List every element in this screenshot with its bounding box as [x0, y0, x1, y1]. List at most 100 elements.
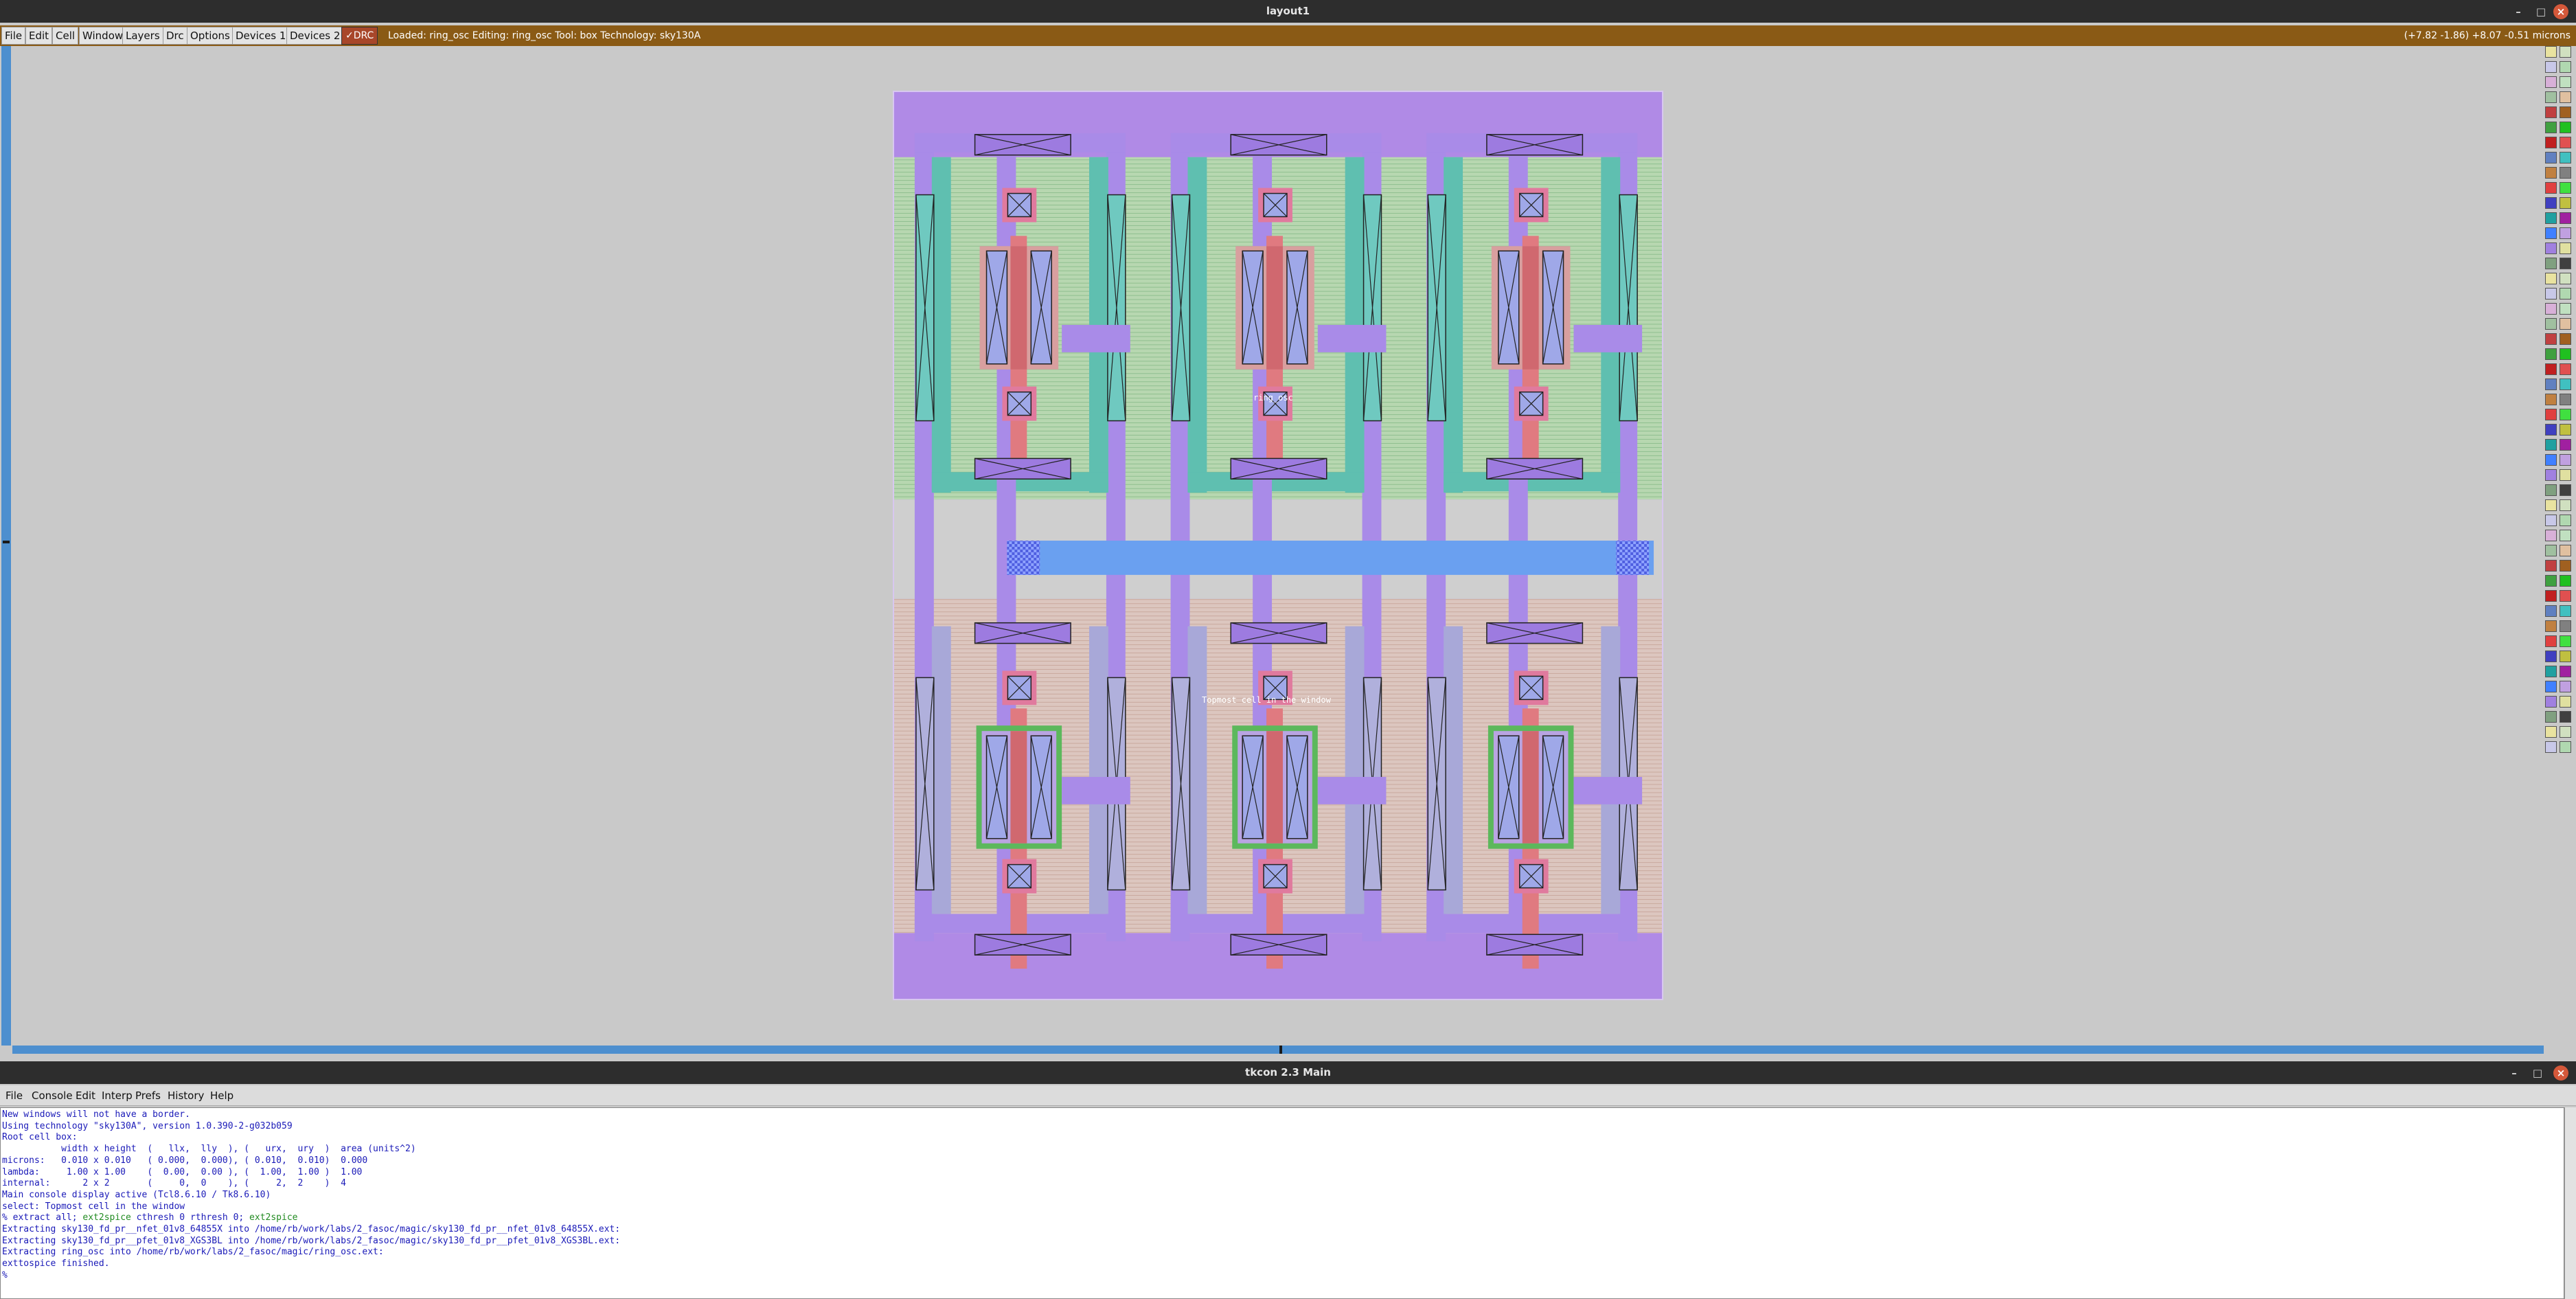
- layer-swatch[interactable]: [2560, 303, 2571, 315]
- layer-swatch[interactable]: [2560, 454, 2571, 466]
- layer-swatch[interactable]: [2545, 46, 2557, 58]
- layer-swatch[interactable]: [2560, 318, 2571, 330]
- layer-swatch[interactable]: [2560, 212, 2571, 224]
- tk-menu-file[interactable]: File: [5, 1085, 23, 1106]
- layer-swatch[interactable]: [2545, 545, 2557, 556]
- layer-swatch[interactable]: [2560, 106, 2571, 118]
- layer-swatch[interactable]: [2560, 379, 2571, 390]
- layer-swatch[interactable]: [2560, 409, 2571, 420]
- layer-swatch[interactable]: [2560, 666, 2571, 677]
- layer-swatch[interactable]: [2560, 348, 2571, 360]
- layer-swatch[interactable]: [2560, 46, 2571, 58]
- layer-palette[interactable]: [2545, 46, 2573, 760]
- tkcon-console-output[interactable]: New windows will not have a border. Using…: [0, 1107, 2564, 1299]
- layer-swatch[interactable]: [2545, 590, 2557, 602]
- layer-swatch[interactable]: [2545, 696, 2557, 708]
- layer-swatch[interactable]: [2545, 454, 2557, 466]
- layer-swatch[interactable]: [2560, 61, 2571, 73]
- scroll-thumb[interactable]: [3, 541, 10, 543]
- layer-swatch[interactable]: [2545, 137, 2557, 148]
- layer-swatch[interactable]: [2560, 424, 2571, 436]
- horizontal-scrollbar[interactable]: [12, 1046, 2544, 1054]
- layer-swatch[interactable]: [2560, 515, 2571, 526]
- layer-swatch[interactable]: [2545, 741, 2557, 753]
- layer-swatch[interactable]: [2545, 560, 2557, 572]
- layer-swatch[interactable]: [2545, 726, 2557, 738]
- layer-swatch[interactable]: [2545, 605, 2557, 617]
- layer-swatch[interactable]: [2560, 575, 2571, 587]
- drc-toggle[interactable]: ✓DRC: [341, 27, 378, 45]
- tk-menu-edit[interactable]: Edit: [76, 1085, 95, 1106]
- layer-swatch[interactable]: [2560, 122, 2571, 133]
- tk-menu-help[interactable]: Help: [210, 1085, 233, 1106]
- close-icon[interactable]: ×: [2553, 1065, 2568, 1081]
- layer-swatch[interactable]: [2560, 182, 2571, 194]
- layer-swatch[interactable]: [2545, 242, 2557, 254]
- layer-swatch[interactable]: [2560, 167, 2571, 179]
- layer-swatch[interactable]: [2545, 273, 2557, 284]
- layer-swatch[interactable]: [2545, 91, 2557, 103]
- menu-window[interactable]: Window: [79, 27, 127, 45]
- layer-swatch[interactable]: [2560, 242, 2571, 254]
- layer-swatch[interactable]: [2545, 363, 2557, 375]
- layer-swatch[interactable]: [2545, 76, 2557, 88]
- tk-menu-interp[interactable]: Interp: [102, 1085, 133, 1106]
- layer-swatch[interactable]: [2545, 122, 2557, 133]
- layer-swatch[interactable]: [2560, 545, 2571, 556]
- layer-swatch[interactable]: [2545, 212, 2557, 224]
- layer-swatch[interactable]: [2545, 167, 2557, 179]
- layer-swatch[interactable]: [2560, 394, 2571, 405]
- layer-swatch[interactable]: [2545, 106, 2557, 118]
- layer-swatch[interactable]: [2560, 681, 2571, 692]
- minimize-icon[interactable]: –: [2507, 1065, 2522, 1081]
- layer-swatch[interactable]: [2545, 227, 2557, 239]
- layer-swatch[interactable]: [2545, 379, 2557, 390]
- layer-swatch[interactable]: [2545, 182, 2557, 194]
- layer-swatch[interactable]: [2545, 469, 2557, 481]
- layer-swatch[interactable]: [2545, 515, 2557, 526]
- layer-swatch[interactable]: [2545, 348, 2557, 360]
- layer-swatch[interactable]: [2545, 318, 2557, 330]
- layer-swatch[interactable]: [2545, 530, 2557, 541]
- layer-swatch[interactable]: [2560, 635, 2571, 647]
- layer-swatch[interactable]: [2560, 484, 2571, 496]
- layer-swatch[interactable]: [2560, 651, 2571, 662]
- layer-swatch[interactable]: [2560, 197, 2571, 209]
- layer-swatch[interactable]: [2545, 61, 2557, 73]
- layer-swatch[interactable]: [2560, 227, 2571, 239]
- menu-edit[interactable]: Edit: [25, 27, 53, 45]
- scroll-thumb[interactable]: [1279, 1046, 1282, 1054]
- layer-swatch[interactable]: [2560, 530, 2571, 541]
- layer-swatch[interactable]: [2560, 711, 2571, 723]
- layer-swatch[interactable]: [2545, 439, 2557, 451]
- layer-swatch[interactable]: [2545, 258, 2557, 269]
- layer-swatch[interactable]: [2545, 288, 2557, 300]
- layer-swatch[interactable]: [2560, 76, 2571, 88]
- layer-swatch[interactable]: [2545, 484, 2557, 496]
- maximize-icon[interactable]: □: [2533, 4, 2549, 19]
- layer-swatch[interactable]: [2560, 439, 2571, 451]
- maximize-icon[interactable]: □: [2530, 1065, 2545, 1081]
- layer-swatch[interactable]: [2560, 273, 2571, 284]
- menu-devices-2[interactable]: Devices 2: [286, 27, 344, 45]
- layer-swatch[interactable]: [2560, 605, 2571, 617]
- menu-options[interactable]: Options: [187, 27, 233, 45]
- layer-swatch[interactable]: [2560, 288, 2571, 300]
- layer-swatch[interactable]: [2560, 91, 2571, 103]
- layer-swatch[interactable]: [2545, 499, 2557, 511]
- menu-cell[interactable]: Cell: [52, 27, 79, 45]
- layer-swatch[interactable]: [2560, 590, 2571, 602]
- layer-swatch[interactable]: [2545, 575, 2557, 587]
- menu-drc[interactable]: Drc: [163, 27, 187, 45]
- layer-swatch[interactable]: [2545, 409, 2557, 420]
- layer-swatch[interactable]: [2545, 666, 2557, 677]
- menu-devices-1[interactable]: Devices 1: [232, 27, 290, 45]
- layer-swatch[interactable]: [2560, 469, 2571, 481]
- tk-menu-history[interactable]: History: [168, 1085, 204, 1106]
- layer-swatch[interactable]: [2560, 137, 2571, 148]
- layer-swatch[interactable]: [2545, 303, 2557, 315]
- layout-canvas[interactable]: ring_osc Topmost cell in the window: [893, 91, 1663, 1000]
- layer-swatch[interactable]: [2545, 394, 2557, 405]
- layer-swatch[interactable]: [2545, 333, 2557, 345]
- close-icon[interactable]: ×: [2553, 4, 2568, 19]
